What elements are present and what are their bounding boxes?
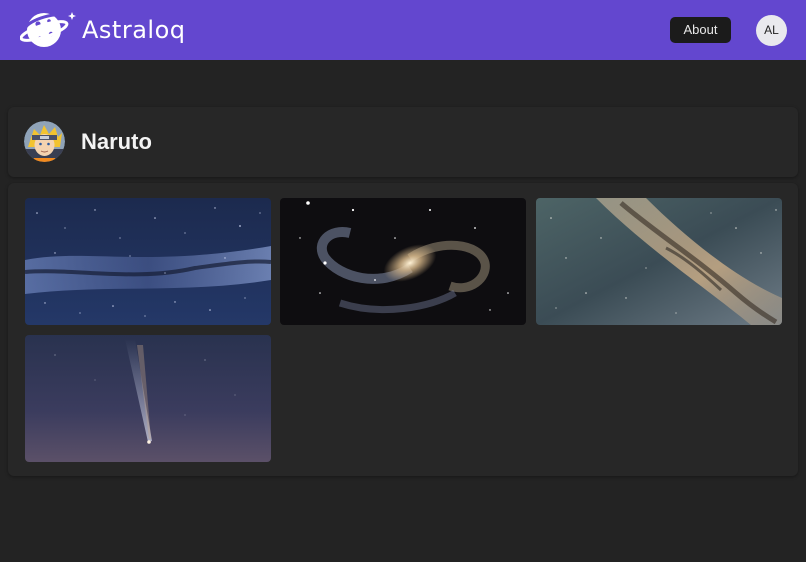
gallery — [8, 183, 798, 476]
top-navigation-bar: Astraloq About AL — [0, 0, 806, 60]
milky-way-core-image[interactable] — [536, 198, 782, 325]
profile-avatar — [24, 121, 65, 162]
profile-header: Naruto — [8, 107, 798, 177]
barred-spiral-galaxy-image[interactable] — [280, 198, 526, 325]
comet-twilight-image[interactable] — [25, 335, 271, 462]
brand[interactable]: Astraloq — [20, 8, 186, 52]
milky-way-blue-image[interactable] — [25, 198, 271, 325]
profile-name: Naruto — [81, 129, 152, 154]
about-button[interactable]: About — [670, 17, 731, 43]
user-avatar-button[interactable]: AL — [756, 15, 787, 46]
planet-logo-icon — [20, 12, 76, 47]
brand-name: Astraloq — [82, 16, 186, 44]
